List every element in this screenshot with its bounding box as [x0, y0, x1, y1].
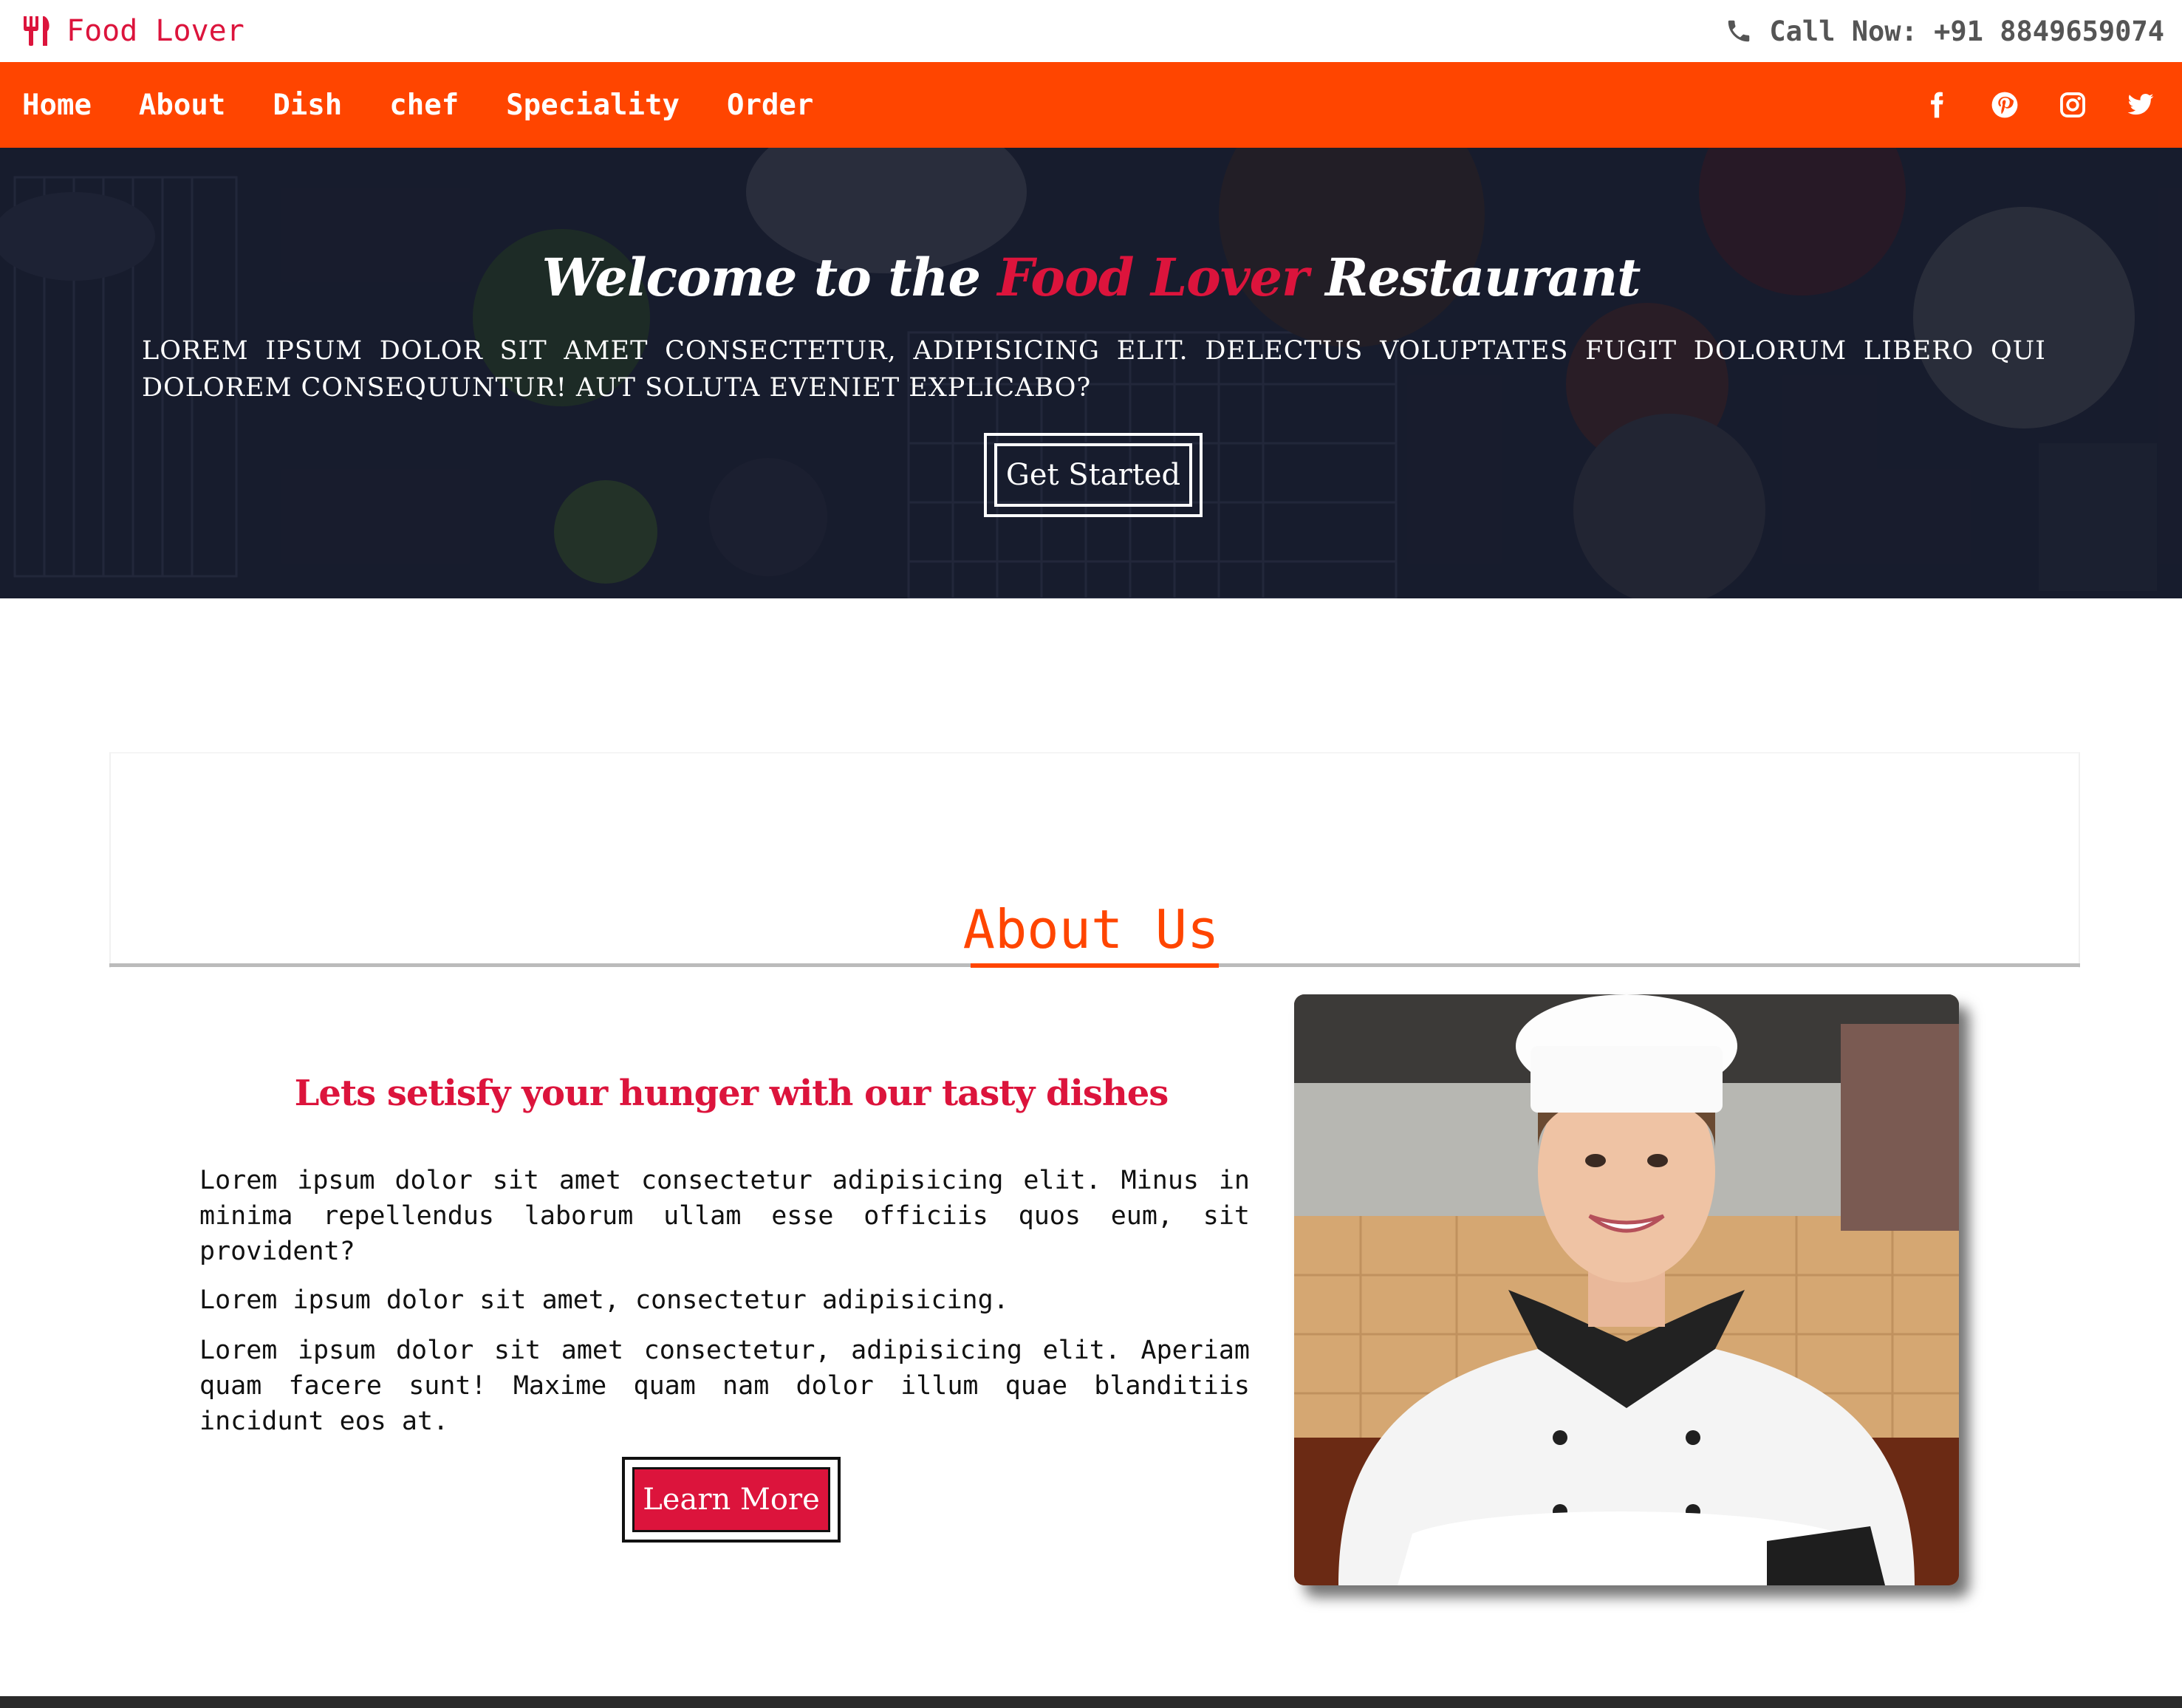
- about-heading: About Us: [962, 898, 1220, 960]
- instagram-link[interactable]: [2039, 83, 2107, 127]
- about-paragraph-2: Lorem ipsum dolor sit amet, consectetur …: [199, 1285, 1009, 1315]
- hero-description: Lorem ipsum dolor sit amet consectetur, …: [142, 336, 2046, 403]
- nav-chef[interactable]: chef: [389, 89, 459, 122]
- pinterest-link[interactable]: [1971, 83, 2039, 127]
- hero-banner: Welcome to the Food Lover Restaurant Lor…: [0, 148, 2182, 598]
- call-now[interactable]: Call Now: +91 8849659074: [1725, 10, 2164, 52]
- hero-title: Welcome to the Food Lover Restaurant: [0, 247, 2182, 308]
- hero-title-end: Restaurant: [1307, 247, 1641, 308]
- nav-dish[interactable]: Dish: [273, 89, 342, 122]
- nav-order[interactable]: Order: [727, 89, 813, 122]
- nav-about[interactable]: About: [139, 89, 225, 122]
- chef-photo: [1294, 994, 1959, 1585]
- facebook-icon: [1931, 92, 1943, 118]
- call-now-text: Call Now: +91 8849659074: [1769, 15, 2164, 47]
- brand-logo[interactable]: Food Lover: [22, 10, 244, 52]
- main-navbar: Home About Dish chef Speciality Order: [0, 62, 2182, 148]
- brand-name: Food Lover: [66, 14, 244, 48]
- footer-strip: [0, 1696, 2182, 1708]
- utensils-icon: [24, 16, 49, 46]
- phone-icon: [1728, 20, 1750, 42]
- about-tagline: Lets setisfy your hunger with our tasty …: [294, 1073, 1169, 1114]
- about-heading-underline: [971, 963, 1219, 968]
- top-bar: Food Lover Call Now: +91 8849659074: [0, 0, 2182, 62]
- chef-image: [1294, 994, 1959, 1585]
- social-links: [1903, 62, 2175, 148]
- nav-links: Home About Dish chef Speciality Order: [22, 62, 861, 148]
- get-started-button[interactable]: Get Started: [984, 433, 1203, 517]
- hero-title-accent: Food Lover: [997, 247, 1309, 308]
- facebook-link[interactable]: [1903, 83, 1971, 127]
- twitter-icon: [2127, 93, 2154, 115]
- about-paragraph-3: Lorem ipsum dolor sit amet consectetur, …: [199, 1336, 1250, 1436]
- instagram-icon: [2060, 92, 2085, 117]
- hero-title-start: Welcome to the: [541, 247, 998, 308]
- twitter-link[interactable]: [2107, 83, 2175, 127]
- learn-more-label: Learn More: [632, 1467, 830, 1532]
- nav-speciality[interactable]: Speciality: [506, 89, 680, 122]
- learn-more-button[interactable]: Learn More: [622, 1457, 841, 1543]
- get-started-label: Get Started: [994, 443, 1192, 507]
- about-paragraph-1: Lorem ipsum dolor sit amet consectetur a…: [199, 1166, 1250, 1266]
- nav-home[interactable]: Home: [22, 89, 92, 122]
- pinterest-icon: [1991, 92, 2018, 118]
